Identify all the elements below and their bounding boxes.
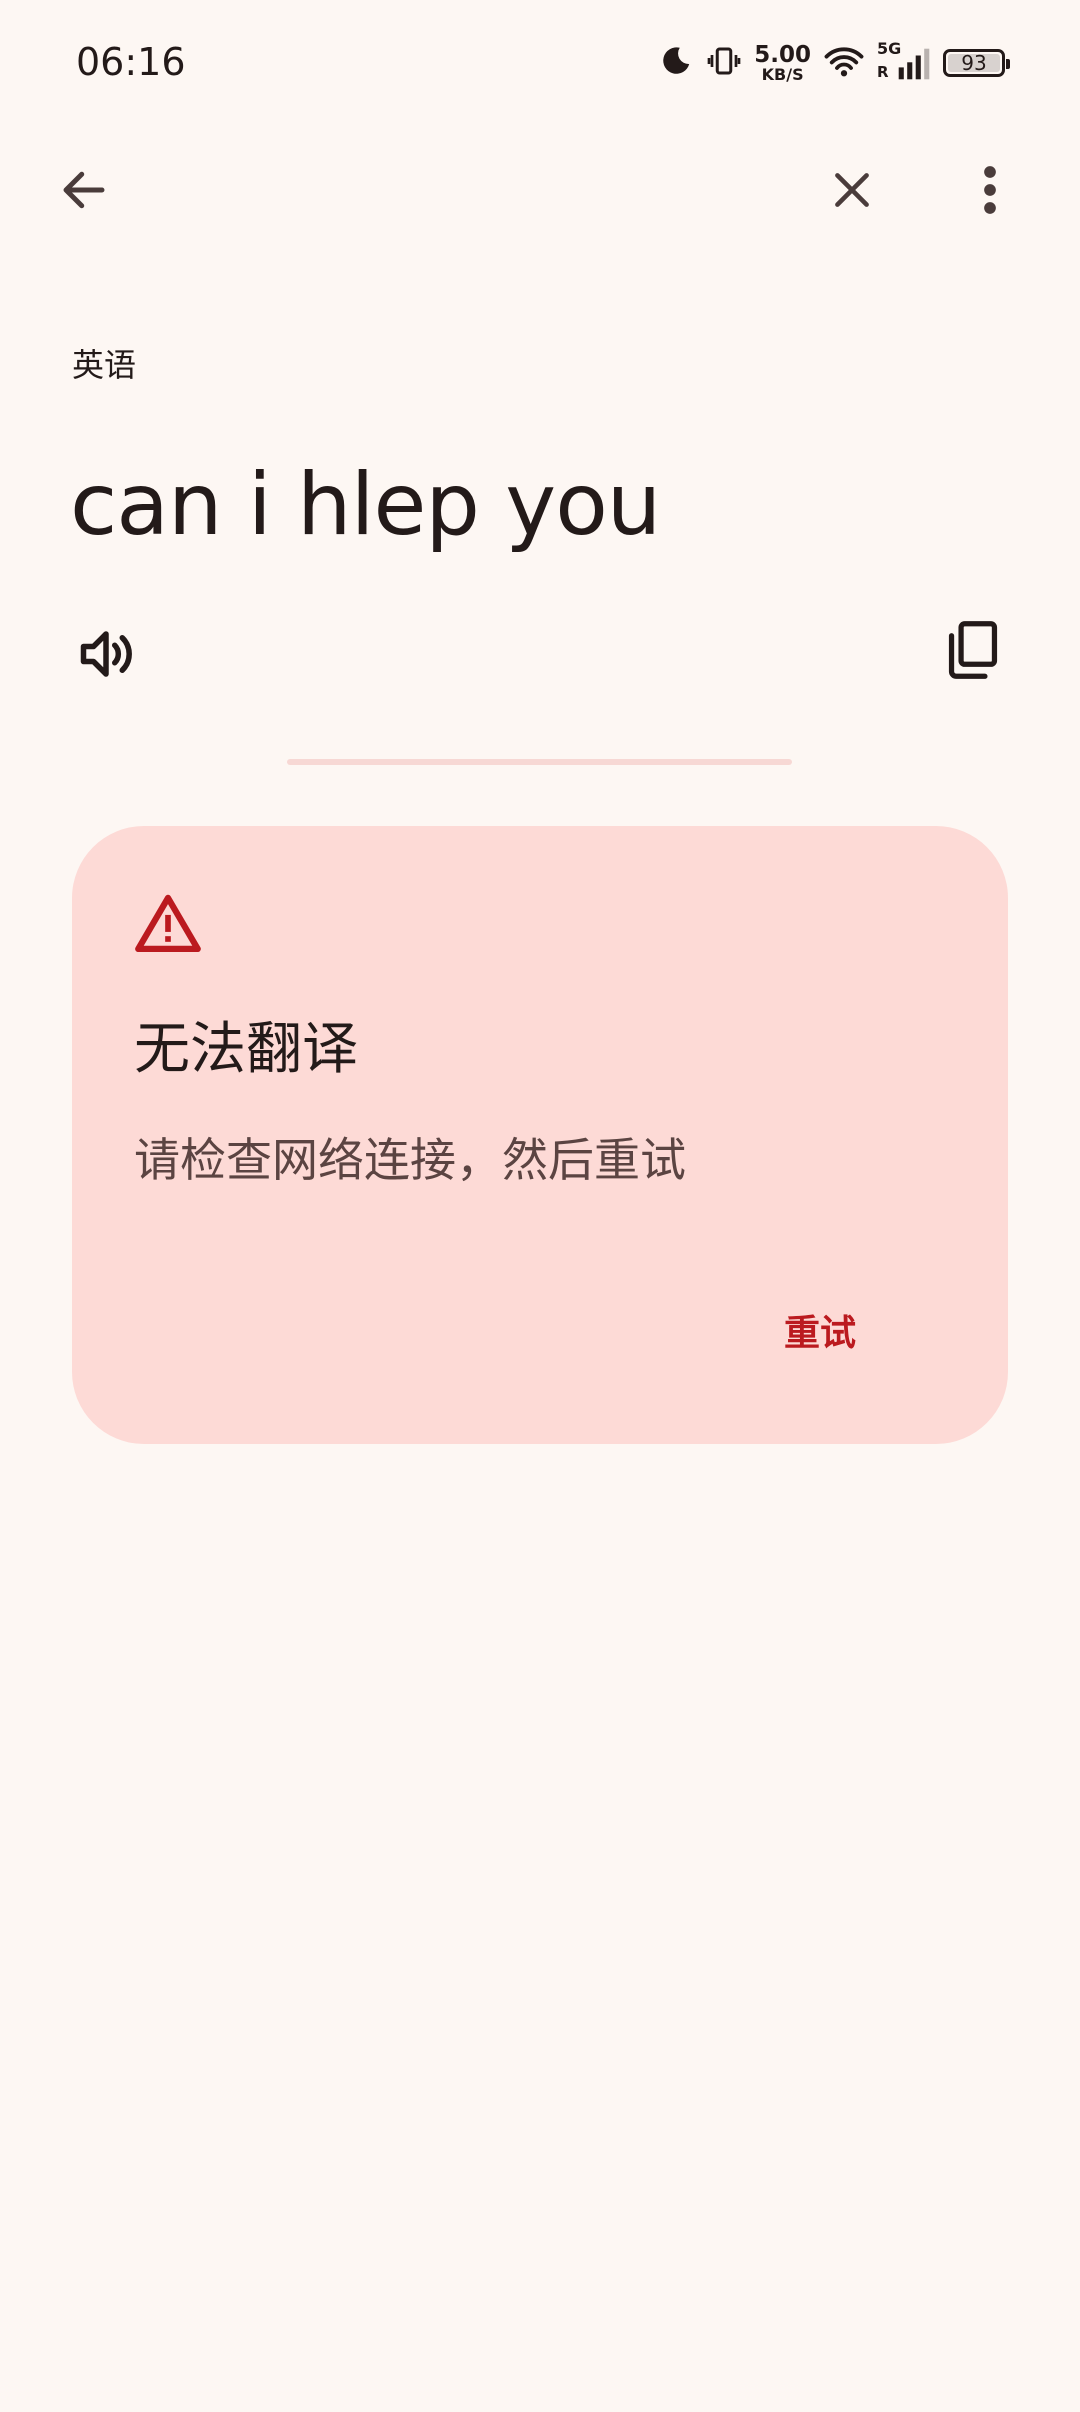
- copy-button[interactable]: [925, 604, 1021, 700]
- source-language-label[interactable]: 英语: [72, 340, 136, 386]
- net-speed: 5.00 KB/S: [754, 41, 811, 84]
- battery-icon: 93: [943, 49, 1010, 77]
- error-message: 请检查网络连接，然后重试: [134, 1133, 686, 1187]
- more-vert-icon: [980, 163, 1000, 221]
- status-icons: 5.00 KB/S 5G R 93: [658, 38, 1010, 88]
- divider-handle: [287, 759, 792, 765]
- net-speed-value: 5.00: [754, 41, 811, 68]
- warning-icon: [134, 892, 202, 956]
- listen-button[interactable]: [58, 608, 154, 704]
- error-title: 无法翻译: [134, 1017, 358, 1082]
- moon-icon: [658, 43, 694, 83]
- vibrate-icon: [706, 42, 742, 84]
- copy-icon: [944, 619, 1002, 685]
- signal-icon: 5G R: [877, 39, 931, 83]
- source-text[interactable]: can i hlep you: [70, 455, 661, 555]
- clear-button[interactable]: [804, 144, 900, 240]
- error-card: 无法翻译 请检查网络连接，然后重试 重试: [72, 826, 1008, 1444]
- status-time: 06:16: [76, 40, 186, 84]
- arrow-left-icon: [57, 163, 111, 221]
- close-icon: [827, 165, 877, 219]
- retry-button[interactable]: 重试: [772, 1294, 868, 1366]
- wifi-icon: [823, 43, 865, 83]
- speaker-icon: [76, 624, 136, 688]
- roaming-label: R: [877, 63, 889, 81]
- status-bar: 06:16 5.00 KB/S 5G R 93: [0, 0, 1080, 125]
- more-options-button[interactable]: [942, 144, 1038, 240]
- back-button[interactable]: [36, 144, 132, 240]
- net-speed-unit: KB/S: [761, 64, 804, 84]
- battery-level: 93: [961, 51, 987, 75]
